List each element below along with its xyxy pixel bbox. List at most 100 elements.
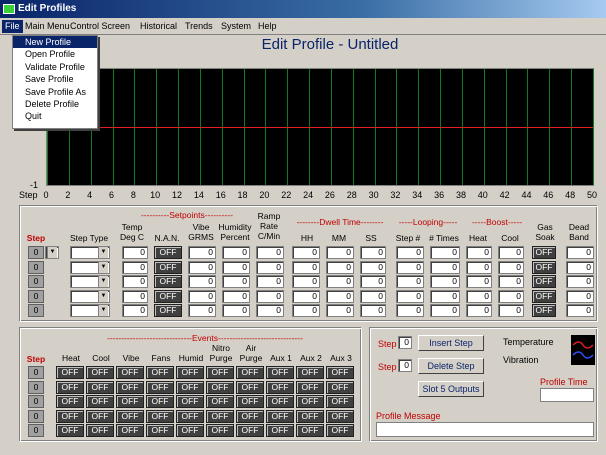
event-toggle[interactable]: OFF (266, 424, 294, 437)
chevron-down-icon[interactable]: ▼ (98, 261, 108, 273)
event-toggle[interactable]: OFF (236, 380, 264, 394)
hh-input[interactable]: 0 (292, 246, 320, 259)
event-toggle[interactable]: OFF (266, 395, 294, 408)
menu-main-menu[interactable]: Main Menu (22, 20, 73, 33)
step-type-select[interactable]: ▼ (70, 304, 110, 317)
loop-step-input[interactable]: 0 (396, 304, 424, 317)
delete-step-button[interactable]: Delete Step (418, 358, 484, 374)
gas-soak-toggle[interactable]: OFF (532, 260, 556, 274)
slot-outputs-button[interactable]: Slot 5 Outputs (418, 381, 484, 397)
menu-item-open-profile[interactable]: Open Profile (13, 48, 97, 60)
ss-input[interactable]: 0 (360, 304, 386, 317)
menu-item-delete-profile[interactable]: Delete Profile (13, 98, 97, 110)
dead-band-input[interactable]: 0 (566, 246, 594, 259)
cool-input[interactable]: 0 (498, 246, 524, 259)
menu-system[interactable]: System (218, 20, 254, 33)
ramp-input[interactable]: 0 (256, 304, 284, 317)
mm-input[interactable]: 0 (326, 289, 354, 303)
chevron-down-icon[interactable]: ▼ (98, 305, 108, 316)
ss-input[interactable]: 0 (360, 289, 386, 303)
ramp-input[interactable]: 0 (256, 246, 284, 259)
event-toggle[interactable]: OFF (326, 409, 354, 423)
gas-soak-toggle[interactable]: OFF (532, 289, 556, 303)
event-toggle[interactable]: OFF (86, 395, 114, 408)
cool-input[interactable]: 0 (498, 275, 524, 288)
humidity-input[interactable]: 0 (222, 289, 250, 303)
nan-toggle[interactable]: OFF (154, 304, 182, 317)
nan-toggle[interactable]: OFF (154, 275, 182, 288)
event-toggle[interactable]: OFF (116, 366, 144, 379)
ss-input[interactable]: 0 (360, 260, 386, 274)
heat-input[interactable]: 0 (466, 289, 492, 303)
ramp-input[interactable]: 0 (256, 275, 284, 288)
chevron-down-icon[interactable]: ▼ (98, 290, 108, 302)
vibe-input[interactable]: 0 (188, 246, 216, 259)
event-toggle[interactable]: OFF (56, 366, 84, 379)
insert-step-button[interactable]: Insert Step (418, 335, 484, 351)
gas-soak-toggle[interactable]: OFF (532, 246, 556, 259)
ss-input[interactable]: 0 (360, 275, 386, 288)
event-toggle[interactable]: OFF (296, 395, 324, 408)
event-toggle[interactable]: OFF (56, 424, 84, 437)
loop-step-input[interactable]: 0 (396, 289, 424, 303)
event-toggle[interactable]: OFF (56, 395, 84, 408)
menu-item-new-profile[interactable]: New Profile (13, 36, 97, 49)
event-toggle[interactable]: OFF (296, 424, 324, 437)
step-type-select[interactable]: ▼ (70, 289, 110, 303)
humidity-input[interactable]: 0 (222, 260, 250, 274)
temp-input[interactable]: 0 (122, 304, 148, 317)
event-toggle[interactable]: OFF (176, 395, 204, 408)
temp-input[interactable]: 0 (122, 260, 148, 274)
event-toggle[interactable]: OFF (326, 424, 354, 437)
ss-input[interactable]: 0 (360, 246, 386, 259)
mm-input[interactable]: 0 (326, 304, 354, 317)
event-toggle[interactable]: OFF (176, 366, 204, 379)
hh-input[interactable]: 0 (292, 304, 320, 317)
temp-input[interactable]: 0 (122, 246, 148, 259)
step-type-select[interactable]: ▼ (70, 246, 110, 259)
event-toggle[interactable]: OFF (206, 424, 234, 437)
menu-help[interactable]: Help (255, 20, 280, 33)
event-toggle[interactable]: OFF (176, 409, 204, 423)
humidity-input[interactable]: 0 (222, 304, 250, 317)
event-toggle[interactable]: OFF (116, 380, 144, 394)
mm-input[interactable]: 0 (326, 260, 354, 274)
event-toggle[interactable]: OFF (296, 409, 324, 423)
menu-item-save-profile-as[interactable]: Save Profile As (13, 86, 97, 98)
step-input-2[interactable]: 0 (398, 359, 412, 372)
loop-times-input[interactable]: 0 (430, 304, 460, 317)
dead-band-input[interactable]: 0 (566, 260, 594, 274)
nan-toggle[interactable]: OFF (154, 246, 182, 259)
event-toggle[interactable]: OFF (176, 424, 204, 437)
chevron-down-icon[interactable]: ▼ (47, 247, 57, 258)
heat-input[interactable]: 0 (466, 260, 492, 274)
menu-item-save-profile[interactable]: Save Profile (13, 73, 97, 85)
chevron-down-icon[interactable]: ▼ (98, 276, 108, 287)
menu-historical[interactable]: Historical (137, 20, 180, 33)
event-toggle[interactable]: OFF (56, 409, 84, 423)
dead-band-input[interactable]: 0 (566, 275, 594, 288)
temp-input[interactable]: 0 (122, 289, 148, 303)
humidity-input[interactable]: 0 (222, 246, 250, 259)
menu-item-quit[interactable]: Quit (13, 110, 97, 122)
menu-trends[interactable]: Trends (182, 20, 216, 33)
menu-file[interactable]: File (2, 20, 23, 33)
event-toggle[interactable]: OFF (266, 380, 294, 394)
event-toggle[interactable]: OFF (116, 424, 144, 437)
event-toggle[interactable]: OFF (326, 395, 354, 408)
event-toggle[interactable]: OFF (86, 366, 114, 379)
vibe-input[interactable]: 0 (188, 289, 216, 303)
event-toggle[interactable]: OFF (206, 380, 234, 394)
loop-step-input[interactable]: 0 (396, 260, 424, 274)
event-toggle[interactable]: OFF (116, 395, 144, 408)
event-toggle[interactable]: OFF (146, 380, 174, 394)
heat-input[interactable]: 0 (466, 275, 492, 288)
event-toggle[interactable]: OFF (236, 409, 264, 423)
hh-input[interactable]: 0 (292, 275, 320, 288)
event-toggle[interactable]: OFF (146, 409, 174, 423)
vibe-input[interactable]: 0 (188, 260, 216, 274)
chevron-down-icon[interactable]: ▼ (98, 247, 108, 258)
event-toggle[interactable]: OFF (146, 395, 174, 408)
hh-input[interactable]: 0 (292, 260, 320, 274)
nan-toggle[interactable]: OFF (154, 260, 182, 274)
